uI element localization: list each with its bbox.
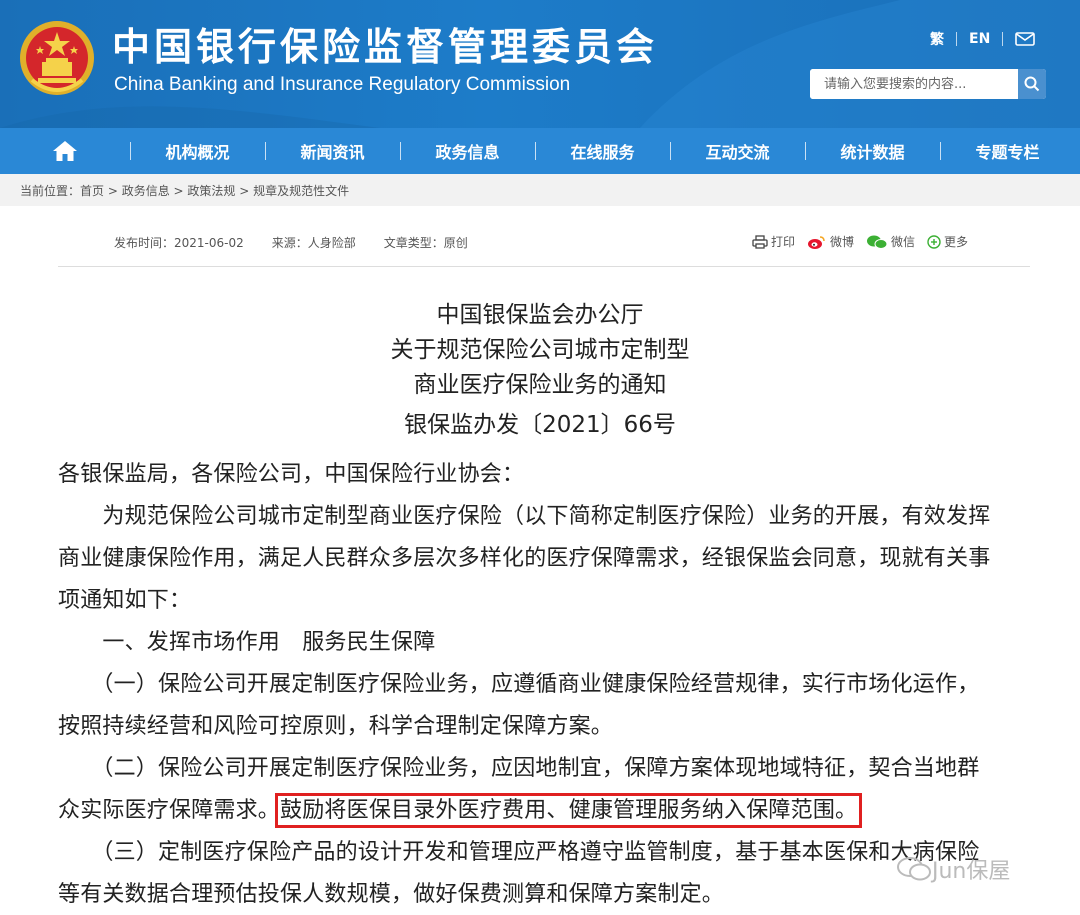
salutation: 各银保监局，各保险公司，中国保险行业协会： xyxy=(58,462,525,487)
paragraph-line: 项通知如下： xyxy=(58,588,192,613)
plus-circle-icon xyxy=(927,234,941,249)
watermark-text: Jun保屋 xyxy=(932,859,1011,884)
doc-number: 银保监办发〔2021〕66号 xyxy=(404,412,676,438)
printer-icon xyxy=(752,234,768,249)
paragraph-line: （二）保险公司开展定制医疗保险业务，应因地制宜，保障方案体现地域特征，契合当地群 xyxy=(58,756,980,781)
wechat-icon xyxy=(867,235,888,249)
watermark: Jun保屋 xyxy=(896,853,1010,885)
weibo-share-button[interactable]: 微博 xyxy=(807,233,854,250)
search-input[interactable] xyxy=(810,69,1018,99)
breadcrumb-prefix: 当前位置： xyxy=(20,184,81,198)
share-tools: 打印 微博 微信 更多 xyxy=(752,233,980,250)
article-source: 来源：人身险部 xyxy=(271,236,356,250)
article-type: 文章类型：原创 xyxy=(383,236,468,250)
breadcrumb-separator: > xyxy=(235,184,254,198)
paragraph-line: （三）定制医疗保险产品的设计开发和管理应严格遵守监管制度，基于基本医保和大病保险 xyxy=(58,840,980,865)
highlighted-sentence: 鼓励将医保目录外医疗费用、健康管理服务纳入保障范围。 xyxy=(275,793,863,828)
breadcrumb-separator: > xyxy=(169,184,188,198)
nav-item-online-services[interactable]: 在线服务 xyxy=(535,128,670,174)
nav-item-government-info[interactable]: 政务信息 xyxy=(400,128,535,174)
english-link[interactable]: EN xyxy=(969,31,990,47)
language-links: 繁 EN xyxy=(930,28,1036,50)
nav-home[interactable] xyxy=(0,128,130,174)
lang-separator xyxy=(956,32,957,46)
doc-title-line-1: 中国银保监会办公厅 xyxy=(436,302,644,328)
search-box xyxy=(810,69,1046,99)
paragraph-line: （一）保险公司开展定制医疗保险业务，应遵循商业健康保险经营规律，实行市场化运作， xyxy=(58,672,980,697)
paragraph-line: 按照持续经营和风险可控原则，科学合理制定保障方案。 xyxy=(58,714,614,739)
site-header: 中国银行保险监督管理委员会 China Banking and Insuranc… xyxy=(0,0,1080,128)
breadcrumb-regulations[interactable]: 规章及规范性文件 xyxy=(253,184,349,198)
paragraph-line: 众实际医疗保障需求。鼓励将医保目录外医疗费用、健康管理服务纳入保障范围。 xyxy=(58,792,863,828)
search-icon xyxy=(1024,76,1040,92)
more-share-button[interactable]: 更多 xyxy=(927,233,968,250)
more-label: 更多 xyxy=(944,235,969,249)
national-emblem-icon xyxy=(20,21,94,95)
weibo-label: 微博 xyxy=(830,235,855,249)
breadcrumb-policies[interactable]: 政策法规 xyxy=(187,184,235,198)
wechat-share-button[interactable]: 微信 xyxy=(866,233,915,250)
publish-date: 发布时间：2021-06-02 xyxy=(114,236,244,250)
breadcrumb-government-info[interactable]: 政务信息 xyxy=(122,184,170,198)
nav-item-news[interactable]: 新闻资讯 xyxy=(265,128,400,174)
breadcrumb: 当前位置：首页 > 政务信息 > 政策法规 > 规章及规范性文件 xyxy=(20,182,349,199)
nav-item-about[interactable]: 机构概况 xyxy=(130,128,265,174)
lang-separator xyxy=(1002,32,1004,46)
print-label: 打印 xyxy=(771,235,796,249)
wechat-watermark-icon xyxy=(897,857,931,881)
breadcrumb-home[interactable]: 首页 xyxy=(80,184,104,198)
breadcrumb-separator: > xyxy=(104,184,122,198)
search-button[interactable] xyxy=(1017,69,1046,99)
main-nav: 机构概况 新闻资讯 政务信息 在线服务 互动交流 统计数据 专题专栏 xyxy=(0,128,1080,174)
site-title-english: China Banking and Insurance Regulatory C… xyxy=(114,74,571,95)
traditional-chinese-link[interactable]: 繁 xyxy=(930,29,944,49)
section-heading: 一、发挥市场作用 服务民生保障 xyxy=(58,630,436,655)
paragraph-line: 为规范保险公司城市定制型商业医疗保险（以下简称定制医疗保险）业务的开展，有效发挥 xyxy=(58,504,991,529)
paragraph-line: 商业健康保险作用，满足人民群众多层次多样化的医疗保障需求，经银保监会同意，现就有… xyxy=(58,546,991,571)
doc-title-line-3: 商业医疗保险业务的通知 xyxy=(413,372,667,398)
meta-divider xyxy=(58,266,1030,267)
article-meta: 发布时间：2021-06-02 来源：人身险部 文章类型：原创 xyxy=(114,234,496,251)
home-icon xyxy=(53,141,77,161)
wechat-label: 微信 xyxy=(891,235,916,249)
nav-item-interaction[interactable]: 互动交流 xyxy=(670,128,805,174)
paragraph-line: 等有关数据合理预估投保人数规模，做好保费测算和保障方案制定。 xyxy=(58,882,725,907)
site-title-chinese: 中国银行保险监督管理委员会 xyxy=(112,25,659,69)
mail-icon[interactable] xyxy=(1015,32,1036,46)
nav-item-statistics[interactable]: 统计数据 xyxy=(805,128,940,174)
paragraph-text: 众实际医疗保障需求。 xyxy=(58,798,281,823)
weibo-icon xyxy=(808,235,825,249)
doc-title-line-2: 关于规范保险公司城市定制型 xyxy=(390,337,690,363)
nav-item-special-topics[interactable]: 专题专栏 xyxy=(940,128,1075,174)
print-button[interactable]: 打印 xyxy=(752,233,795,250)
